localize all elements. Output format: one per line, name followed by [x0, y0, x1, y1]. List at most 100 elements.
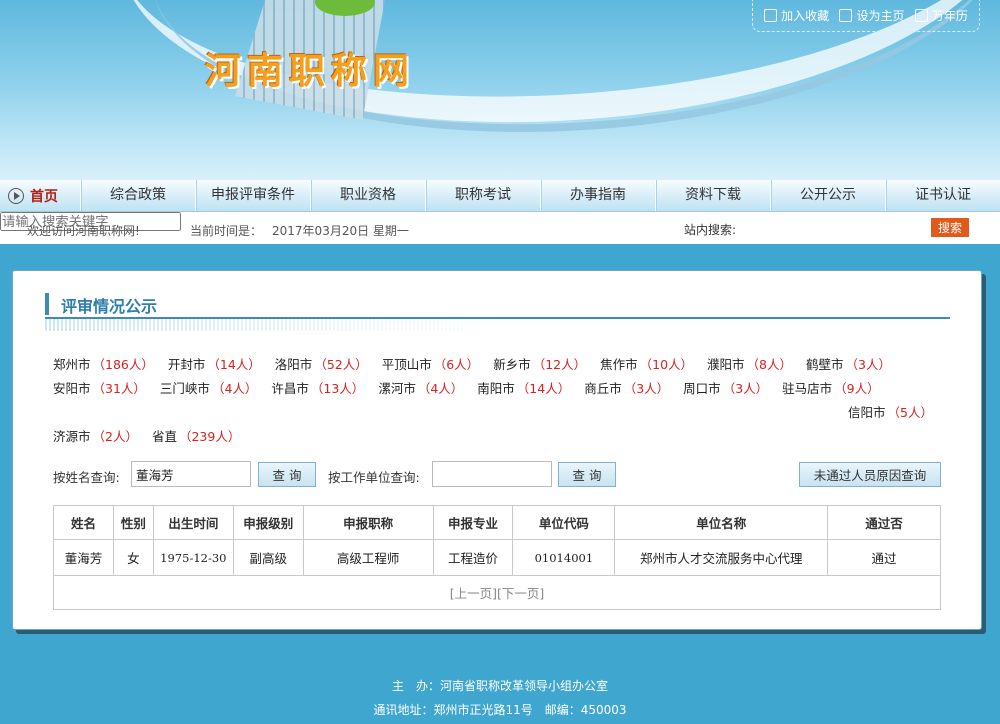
city-count: （239人）: [178, 428, 241, 444]
city-link-anyang[interactable]: 安阳市 （31人）: [53, 378, 146, 397]
nav-home[interactable]: 首页: [0, 180, 80, 212]
nav-item-policy[interactable]: 综合政策: [80, 180, 195, 211]
footer: 主 办：河南省职称改革领导小组办公室 通讯地址：郑州市正光路11号 邮编：450…: [0, 668, 1000, 724]
main-nav: 首页 综合政策 申报评审条件 职业资格 职称考试 办事指南 资料下载 公开公示 …: [0, 180, 1000, 212]
col-header-major: 申报专业: [432, 505, 514, 540]
city-name: 濮阳市: [707, 356, 745, 372]
city-name: 安阳市: [53, 380, 91, 396]
time-label: 当前时间是：: [190, 224, 263, 238]
unit-query-input[interactable]: [432, 461, 552, 487]
city-count: （2人）: [92, 428, 138, 444]
city-name: 周口市: [683, 380, 721, 396]
nav-home-label: 首页: [30, 189, 58, 205]
calendar-link[interactable]: 万年历: [914, 7, 968, 24]
set-homepage-label: 设为主页: [856, 9, 905, 23]
city-list: 郑州市 （186人） 开封市 （14人） 洛阳市 （52人） 平顶山市 （6人） 新乡市…: [53, 351, 953, 447]
city-count: （31人）: [92, 380, 146, 396]
city-name: 许昌市: [271, 380, 309, 396]
nav-item-conditions[interactable]: 申报评审条件: [195, 180, 310, 211]
site-logo: 河南职称网: [205, 50, 416, 92]
prev-page-link[interactable]: [上一页]: [450, 586, 497, 601]
city-link-zhoukou[interactable]: 周口市 （3人）: [683, 378, 768, 397]
city-link-pingdingshan[interactable]: 平顶山市 （6人）: [382, 354, 479, 373]
pager-cell: [上一页][下一页]: [53, 575, 941, 610]
city-row: 郑州市 （186人） 开封市 （14人） 洛阳市 （52人） 平顶山市 （6人） 新乡市…: [53, 351, 953, 375]
cell-major: 工程造价: [432, 539, 514, 576]
city-link-xinyang[interactable]: 信阳市 （5人）: [848, 402, 933, 421]
city-count: （14人）: [516, 380, 571, 396]
info-bar: 欢迎访问河南职称网! 当前时间是： 2017年03月20日 星期一 站内搜索: 搜…: [0, 212, 1000, 244]
city-link-shangqiu[interactable]: 商丘市 （3人）: [584, 378, 669, 397]
city-count: （4人）: [211, 380, 258, 396]
city-name: 济源市: [53, 428, 91, 444]
col-header-name: 姓名: [53, 505, 114, 540]
footer-organizer: 主 办：河南省职称改革领导小组办公室: [391, 679, 608, 693]
col-header-passed: 通过否: [827, 505, 941, 540]
next-page-link[interactable]: [下一页]: [497, 586, 544, 601]
city-count: （13人）: [310, 380, 365, 396]
city-name: 焦作市: [600, 356, 638, 372]
cell-unit-name: 郑州市人才交流服务中心代理: [614, 539, 829, 576]
city-link-sanmenxia[interactable]: 三门峡市 （4人）: [160, 378, 257, 397]
city-count: （6人）: [433, 356, 480, 372]
city-count: （9人）: [834, 380, 880, 396]
col-header-gender: 性别: [112, 505, 154, 540]
cell-gender: 女: [112, 539, 154, 576]
pager-row: [上一页][下一页]: [53, 575, 941, 610]
city-name: 南阳市: [477, 380, 515, 396]
set-homepage-link[interactable]: 设为主页: [839, 7, 905, 24]
calendar-label: 万年历: [931, 9, 968, 23]
city-link-luoyang[interactable]: 洛阳市 （52人）: [275, 354, 368, 373]
city-link-zhengzhou[interactable]: 郑州市 （186人）: [53, 354, 154, 373]
col-header-unit-name: 单位名称: [614, 505, 829, 540]
city-name: 平顶山市: [381, 356, 432, 372]
title-accent-bar: [45, 293, 49, 315]
city-count: （186人）: [92, 356, 154, 372]
add-favorite-link[interactable]: 加入收藏: [764, 7, 829, 24]
city-count: （52人）: [314, 356, 368, 372]
city-name: 洛阳市: [274, 356, 313, 372]
cell-unit-code: 01014001: [512, 539, 616, 576]
cell-birth: 1975-12-30: [152, 539, 234, 576]
city-count: （12人）: [532, 356, 587, 372]
city-link-xinxiang[interactable]: 新乡市 （12人）: [493, 354, 586, 373]
search-button[interactable]: 搜索: [931, 218, 969, 237]
city-link-provincial[interactable]: 省直 （239人）: [152, 426, 240, 445]
city-name: 新乡市: [493, 356, 531, 372]
city-count: （3人）: [722, 380, 769, 396]
nav-item-download[interactable]: 资料下载: [655, 180, 770, 211]
city-name: 信阳市: [848, 404, 886, 420]
city-link-nanyang[interactable]: 南阳市 （14人）: [477, 378, 570, 397]
nav-item-exam[interactable]: 职称考试: [425, 180, 540, 211]
city-link-puyang[interactable]: 濮阳市 （8人）: [707, 354, 792, 373]
name-query-input[interactable]: [131, 461, 251, 487]
city-name: 三门峡市: [159, 380, 210, 396]
name-query-button[interactable]: 查 询: [258, 462, 316, 487]
city-link-jiyuan[interactable]: 济源市 （2人）: [53, 426, 138, 445]
footer-address: 通讯地址：郑州市正光路11号 邮编：450003: [373, 703, 627, 717]
result-table: 姓名 性别 出生时间 申报级别 申报职称 申报专业 单位代码 单位名称 通过否 …: [53, 505, 941, 610]
nav-item-guide[interactable]: 办事指南: [540, 180, 655, 211]
unit-query-label: 按工作单位查询:: [328, 470, 420, 485]
unit-query-button[interactable]: 查 询: [558, 462, 616, 487]
failed-reason-query-button[interactable]: 未通过人员原因查询: [799, 462, 941, 487]
city-link-jiaozuo[interactable]: 焦作市 （10人）: [600, 354, 693, 373]
city-link-hebi[interactable]: 鹤壁市 （3人）: [806, 354, 891, 373]
panel-title-text: 评审情况公示: [61, 297, 158, 316]
city-name: 省直: [151, 428, 177, 444]
city-link-kaifeng[interactable]: 开封市 （14人）: [168, 354, 261, 373]
city-link-xuchang[interactable]: 许昌市 （13人）: [271, 378, 364, 397]
cell-level: 副高级: [232, 539, 304, 576]
nav-item-public[interactable]: 公开公示: [770, 180, 885, 211]
query-bar: 按姓名查询: 查 询 按工作单位查询: 查 询 未通过人员原因查询: [53, 461, 943, 491]
city-count: （5人）: [887, 404, 933, 420]
city-link-zhumadian[interactable]: 驻马店市 （9人）: [782, 378, 879, 397]
play-icon: [8, 188, 24, 204]
nav-item-certificate[interactable]: 证书认证: [885, 180, 1000, 211]
col-header-title: 申报职称: [302, 505, 434, 540]
nav-item-qualification[interactable]: 职业资格: [310, 180, 425, 211]
table-row: 董海芳 女 1975-12-30 副高级 高级工程师 工程造价 01014001…: [53, 539, 941, 576]
table-header-row: 姓名 性别 出生时间 申报级别 申报职称 申报专业 单位代码 单位名称 通过否: [53, 505, 941, 540]
city-link-luohe[interactable]: 漯河市 （4人）: [378, 378, 463, 397]
current-time: 当前时间是： 2017年03月20日 星期一: [190, 222, 409, 239]
